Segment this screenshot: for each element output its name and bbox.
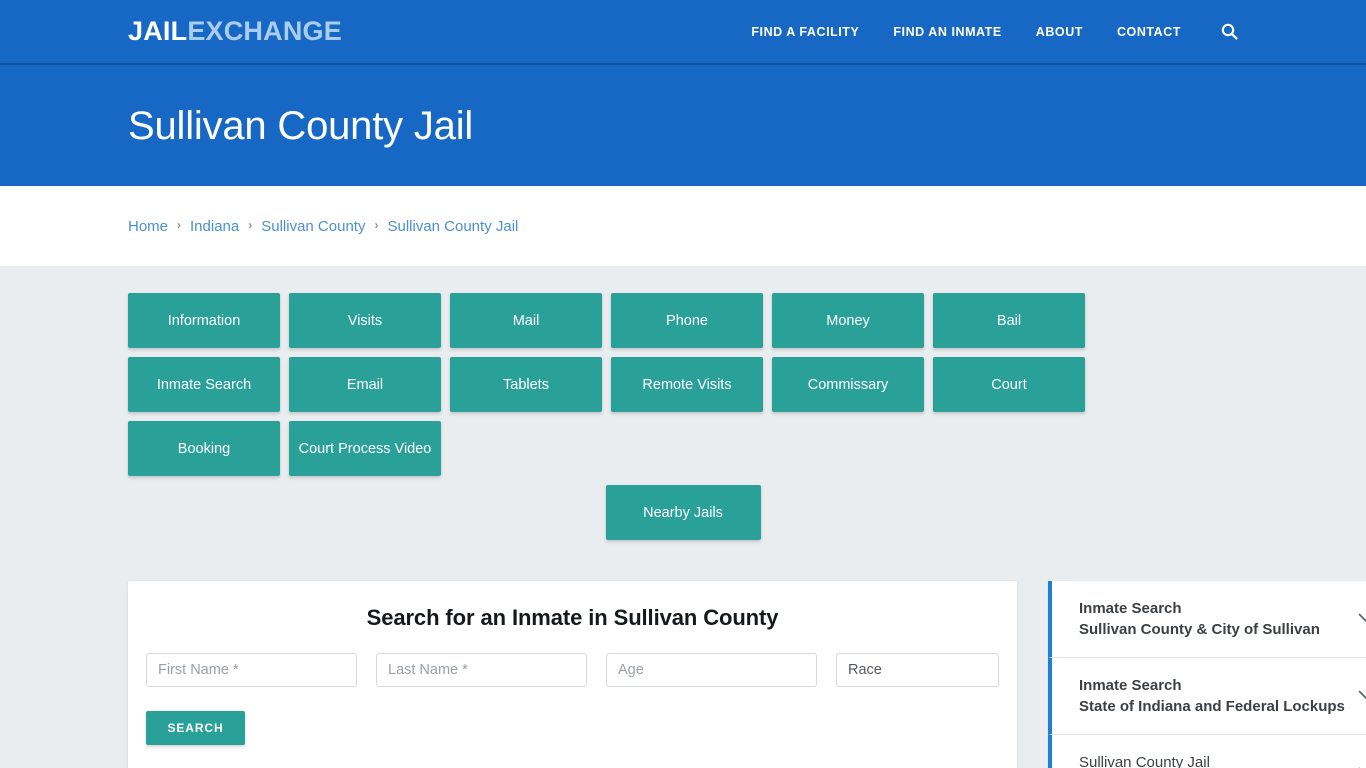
nav-item-find-a-facility[interactable]: FIND A FACILITY [751, 25, 859, 39]
page-hero: Sullivan County Jail [0, 65, 1366, 186]
accordion-item-title: Inmate Search [1079, 676, 1182, 694]
inmate-search-fields: Race [146, 653, 999, 687]
tile-court[interactable]: Court [933, 357, 1085, 412]
accordion-item-subtitle: State of Indiana and Federal Lockups [1079, 698, 1345, 715]
breadcrumb-item-indiana[interactable]: Indiana [190, 218, 239, 235]
nav-item-about[interactable]: ABOUT [1036, 25, 1083, 39]
breadcrumb: Home › Indiana › Sullivan County › Sulli… [128, 218, 518, 235]
tile-phone[interactable]: Phone [611, 293, 763, 348]
facility-section-tiles: Information Visits Mail Phone Money Bail… [128, 266, 1238, 476]
search-icon[interactable] [1221, 23, 1238, 40]
accordion-item-inmate-search-state[interactable]: Inmate Search State of Indiana and Feder… [1048, 658, 1366, 735]
tile-information[interactable]: Information [128, 293, 280, 348]
tile-court-process-video[interactable]: Court Process Video [289, 421, 441, 476]
inmate-search-card: Search for an Inmate in Sullivan County … [128, 581, 1017, 768]
accordion-item-text: Inmate Search State of Indiana and Feder… [1079, 675, 1358, 718]
accordion-item-text: Inmate Search Sullivan County & City of … [1079, 598, 1358, 641]
site-logo[interactable]: JAILEXCHANGE [128, 18, 342, 45]
tile-booking[interactable]: Booking [128, 421, 280, 476]
tile-inmate-search[interactable]: Inmate Search [128, 357, 280, 412]
page-title: Sullivan County Jail [128, 103, 474, 148]
accordion-item-title: Sullivan County Jail [1079, 754, 1210, 768]
race-select[interactable]: Race [836, 653, 999, 687]
tile-mail[interactable]: Mail [450, 293, 602, 348]
breadcrumb-item-sullivan-county-jail[interactable]: Sullivan County Jail [387, 218, 518, 235]
tile-tablets[interactable]: Tablets [450, 357, 602, 412]
logo-text-primary: JAIL [128, 16, 188, 46]
accordion-item-subtitle: Sullivan County & City of Sullivan [1079, 621, 1320, 638]
breadcrumb-item-sullivan-county[interactable]: Sullivan County [261, 218, 365, 235]
first-name-input[interactable] [146, 653, 357, 687]
breadcrumb-band: Home › Indiana › Sullivan County › Sulli… [0, 186, 1366, 266]
chevron-down-icon[interactable] [1358, 690, 1366, 703]
nav-item-find-an-inmate[interactable]: FIND AN INMATE [893, 25, 1001, 39]
tile-remote-visits[interactable]: Remote Visits [611, 357, 763, 412]
accordion-item-text: Sullivan County Jail Contact Information [1079, 752, 1358, 768]
tile-nearby-jails[interactable]: Nearby Jails [605, 485, 761, 540]
top-navigation-bar: JAILEXCHANGE FIND A FACILITY FIND AN INM… [0, 0, 1366, 65]
content-columns: Search for an Inmate in Sullivan County … [128, 581, 1366, 768]
nav-item-contact[interactable]: CONTACT [1117, 25, 1181, 39]
main-menu: FIND A FACILITY FIND AN INMATE ABOUT CON… [751, 23, 1238, 40]
right-column: Inmate Search Sullivan County & City of … [1048, 581, 1366, 768]
facility-section-tiles-last-row: Nearby Jails [128, 485, 1238, 540]
age-input[interactable] [606, 653, 817, 687]
breadcrumb-separator-icon: › [248, 218, 253, 232]
tile-email[interactable]: Email [289, 357, 441, 412]
accordion-item-title: Inmate Search [1079, 599, 1182, 617]
logo-text-secondary: EXCHANGE [187, 16, 342, 46]
accordion-item-inmate-search-county[interactable]: Inmate Search Sullivan County & City of … [1048, 581, 1366, 658]
left-column: Search for an Inmate in Sullivan County … [128, 581, 1017, 768]
breadcrumb-item-home[interactable]: Home [128, 218, 168, 235]
accordion-item-contact-information[interactable]: Sullivan County Jail Contact Information [1048, 735, 1366, 768]
main-content: Information Visits Mail Phone Money Bail… [0, 266, 1366, 768]
tile-commissary[interactable]: Commissary [772, 357, 924, 412]
breadcrumb-separator-icon: › [177, 218, 182, 232]
chevron-down-icon[interactable] [1358, 613, 1366, 626]
sidebar-accordion: Inmate Search Sullivan County & City of … [1048, 581, 1366, 768]
breadcrumb-separator-icon: › [374, 218, 379, 232]
tile-money[interactable]: Money [772, 293, 924, 348]
inmate-search-heading: Search for an Inmate in Sullivan County [366, 605, 779, 630]
last-name-input[interactable] [376, 653, 587, 687]
tile-visits[interactable]: Visits [289, 293, 441, 348]
tile-bail[interactable]: Bail [933, 293, 1085, 348]
search-button[interactable]: SEARCH [146, 711, 245, 745]
